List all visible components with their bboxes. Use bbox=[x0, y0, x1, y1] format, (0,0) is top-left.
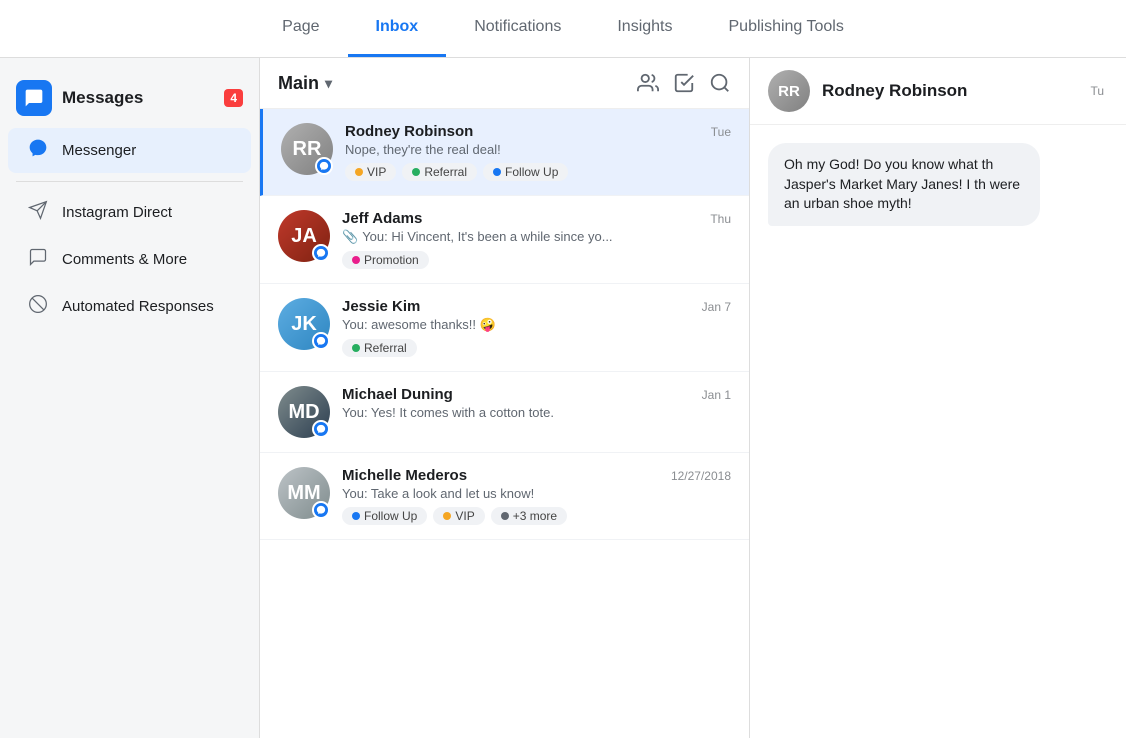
avatar-wrap: JK bbox=[278, 298, 330, 350]
conv-content: Rodney Robinson Tue Nope, they're the re… bbox=[345, 123, 731, 181]
conv-time: Jan 1 bbox=[702, 388, 731, 402]
conv-preview: 📎You: Hi Vincent, It's been a while sinc… bbox=[342, 229, 731, 245]
main-layout: Messages 4 Messenger Instagram Direct Co… bbox=[0, 58, 1126, 738]
check-icon-button[interactable] bbox=[673, 72, 695, 94]
tag: Follow Up bbox=[483, 163, 568, 181]
top-nav-tabs: PageInboxNotificationsInsightsPublishing… bbox=[254, 0, 872, 57]
conv-top: Jessie Kim Jan 7 bbox=[342, 298, 731, 315]
contact-name: Rodney Robinson bbox=[822, 81, 967, 101]
tab-inbox[interactable]: Inbox bbox=[348, 0, 447, 57]
sidebar-item-instagram-direct[interactable]: Instagram Direct bbox=[8, 190, 251, 235]
conv-top: Rodney Robinson Tue bbox=[345, 123, 731, 140]
conversation-item[interactable]: MD Michael Duning Jan 1 You: Yes! It com… bbox=[260, 372, 749, 453]
messenger-badge-icon bbox=[312, 332, 330, 350]
right-panel-header: RR Rodney Robinson Tu bbox=[750, 58, 1126, 125]
inbox-header: Main ▾ bbox=[260, 58, 749, 109]
conversation-list: RR Rodney Robinson Tue Nope, they're the… bbox=[260, 109, 749, 738]
conv-name: Michael Duning bbox=[342, 386, 453, 403]
conv-top: Michael Duning Jan 1 bbox=[342, 386, 731, 403]
conv-preview: You: Take a look and let us know! bbox=[342, 486, 731, 501]
conv-name: Rodney Robinson bbox=[345, 123, 473, 140]
avatar-wrap: MD bbox=[278, 386, 330, 438]
sidebar: Messages 4 Messenger Instagram Direct Co… bbox=[0, 58, 260, 738]
sidebar-divider bbox=[16, 181, 243, 182]
conv-content: Jeff Adams Thu 📎You: Hi Vincent, It's be… bbox=[342, 210, 731, 269]
messages-area: Oh my God! Do you know what th Jasper's … bbox=[750, 125, 1126, 738]
tab-notifications[interactable]: Notifications bbox=[446, 0, 589, 57]
tag: +3 more bbox=[491, 507, 567, 525]
right-time-label: Tu bbox=[1090, 84, 1108, 98]
messenger-badge-icon bbox=[312, 501, 330, 519]
conv-tags: VIP Referral Follow Up bbox=[345, 163, 731, 181]
conv-preview: You: awesome thanks!! 🤪 bbox=[342, 317, 731, 333]
tag: VIP bbox=[345, 163, 396, 181]
conv-time: Tue bbox=[711, 125, 731, 139]
chevron-down-icon: ▾ bbox=[325, 75, 332, 92]
inbox-actions bbox=[637, 72, 731, 94]
conv-time: Jan 7 bbox=[702, 300, 731, 314]
sidebar-item-messenger[interactable]: Messenger bbox=[8, 128, 251, 173]
conv-content: Jessie Kim Jan 7 You: awesome thanks!! 🤪… bbox=[342, 298, 731, 357]
tag: Follow Up bbox=[342, 507, 427, 525]
search-icon-button[interactable] bbox=[709, 72, 731, 94]
instagram-direct-icon bbox=[26, 200, 50, 225]
messenger-badge-icon bbox=[312, 420, 330, 438]
messages-icon-box bbox=[16, 80, 52, 116]
automated-responses-label: Automated Responses bbox=[62, 298, 214, 315]
sidebar-items: Messenger Instagram Direct Comments & Mo… bbox=[0, 128, 259, 329]
sidebar-item-comments-more[interactable]: Comments & More bbox=[8, 237, 251, 282]
comments-more-label: Comments & More bbox=[62, 251, 187, 268]
conv-tags: Follow Up VIP +3 more bbox=[342, 507, 731, 525]
conv-name: Jessie Kim bbox=[342, 298, 420, 315]
people-icon-button[interactable] bbox=[637, 72, 659, 94]
messenger-label: Messenger bbox=[62, 142, 136, 159]
conv-top: Jeff Adams Thu bbox=[342, 210, 731, 227]
messages-badge: 4 bbox=[224, 89, 243, 107]
tag: Referral bbox=[402, 163, 477, 181]
right-panel: RR Rodney Robinson Tu Oh my God! Do you … bbox=[750, 58, 1126, 738]
conv-time: 12/27/2018 bbox=[671, 469, 731, 483]
conv-top: Michelle Mederos 12/27/2018 bbox=[342, 467, 731, 484]
tag: VIP bbox=[433, 507, 484, 525]
tab-page[interactable]: Page bbox=[254, 0, 347, 57]
avatar-wrap: JA bbox=[278, 210, 330, 262]
conversation-item[interactable]: JA Jeff Adams Thu 📎You: Hi Vincent, It's… bbox=[260, 196, 749, 284]
tag: Promotion bbox=[342, 251, 429, 269]
conv-content: Michelle Mederos 12/27/2018 You: Take a … bbox=[342, 467, 731, 525]
messenger-icon bbox=[26, 138, 50, 163]
automated-responses-icon bbox=[26, 294, 50, 319]
avatar-wrap: MM bbox=[278, 467, 330, 519]
messenger-badge-icon bbox=[315, 157, 333, 175]
conv-name: Michelle Mederos bbox=[342, 467, 467, 484]
contact-avatar: RR bbox=[768, 70, 810, 112]
sidebar-item-automated-responses[interactable]: Automated Responses bbox=[8, 284, 251, 329]
message-bubble: Oh my God! Do you know what th Jasper's … bbox=[768, 143, 1040, 226]
tab-publishing-tools[interactable]: Publishing Tools bbox=[701, 0, 872, 57]
conversation-item[interactable]: RR Rodney Robinson Tue Nope, they're the… bbox=[260, 109, 749, 196]
inbox-panel: Main ▾ bbox=[260, 58, 750, 738]
comments-more-icon bbox=[26, 247, 50, 272]
inbox-title[interactable]: Main ▾ bbox=[278, 73, 332, 94]
conv-name: Jeff Adams bbox=[342, 210, 422, 227]
avatar-wrap: RR bbox=[281, 123, 333, 175]
instagram-direct-label: Instagram Direct bbox=[62, 204, 172, 221]
conv-time: Thu bbox=[710, 212, 731, 226]
conv-preview: Nope, they're the real deal! bbox=[345, 142, 731, 157]
tab-insights[interactable]: Insights bbox=[589, 0, 700, 57]
inbox-title-text: Main bbox=[278, 73, 319, 94]
conv-preview: You: Yes! It comes with a cotton tote. bbox=[342, 405, 731, 420]
conv-tags: Promotion bbox=[342, 251, 731, 269]
messenger-badge-icon bbox=[312, 244, 330, 262]
sidebar-header: Messages 4 bbox=[0, 70, 259, 126]
tag: Referral bbox=[342, 339, 417, 357]
conv-tags: Referral bbox=[342, 339, 731, 357]
top-nav: PageInboxNotificationsInsightsPublishing… bbox=[0, 0, 1126, 58]
conversation-item[interactable]: MM Michelle Mederos 12/27/2018 You: Take… bbox=[260, 453, 749, 540]
conversation-item[interactable]: JK Jessie Kim Jan 7 You: awesome thanks!… bbox=[260, 284, 749, 372]
conv-content: Michael Duning Jan 1 You: Yes! It comes … bbox=[342, 386, 731, 420]
sidebar-title: Messages bbox=[62, 88, 143, 108]
